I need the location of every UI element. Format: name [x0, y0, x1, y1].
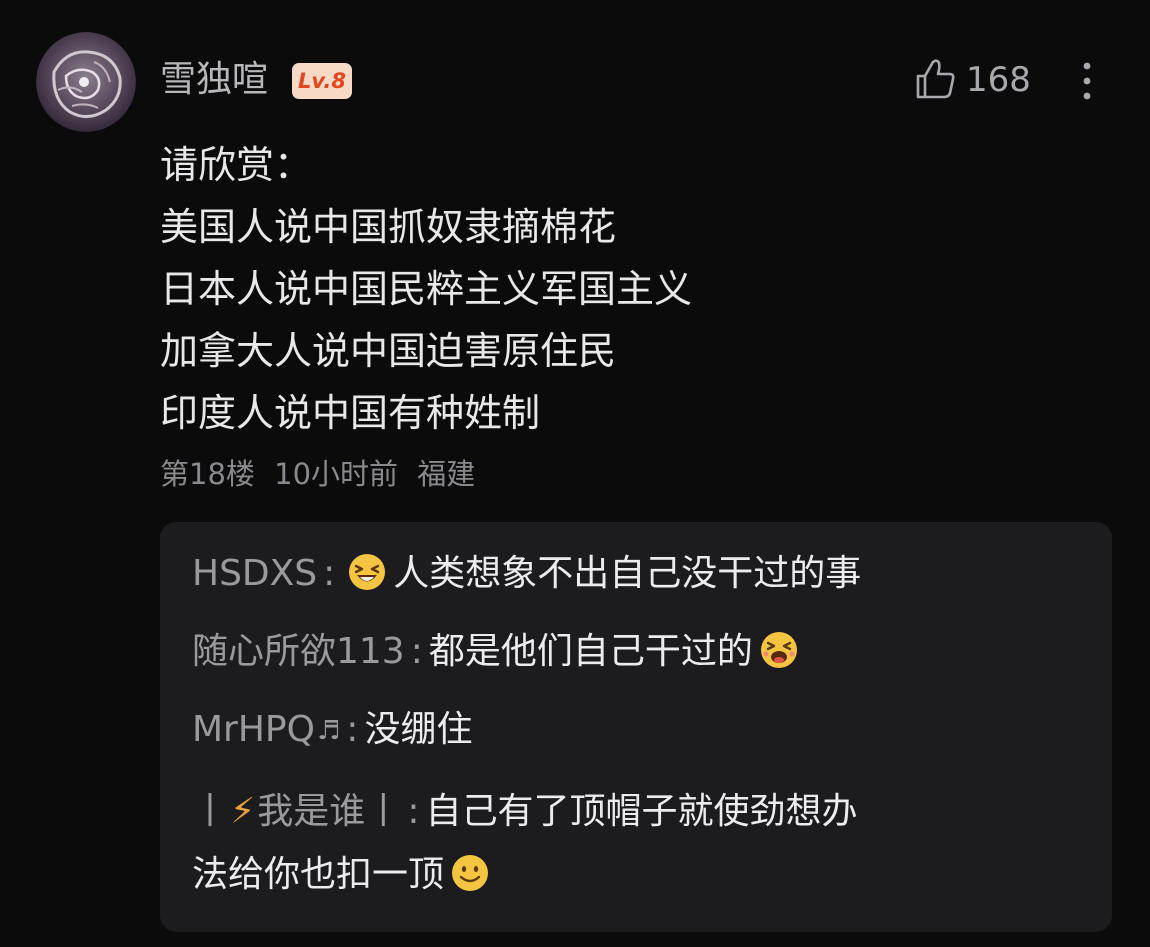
- music-note-icon: ♬: [316, 716, 341, 746]
- reply-item[interactable]: 随心所欲113: 都是他们自己干过的: [192, 624, 1082, 680]
- replies-box[interactable]: HSDXS: 人类想象不出自己没干过的事 随心所欲113:都是他们自己干过的: [160, 522, 1112, 932]
- reply-text: 人类想象不出自己没干过的事: [393, 553, 862, 594]
- floor-number: 第18楼: [160, 457, 255, 491]
- location: 福建: [417, 457, 476, 491]
- comment-line: 加拿大人说中国迫害原住民: [160, 329, 617, 373]
- username[interactable]: 雪独喧: [160, 58, 268, 102]
- author-prefix: 丨: [192, 791, 229, 832]
- smile-emoji-icon: [450, 853, 490, 893]
- reply-separator: :: [410, 631, 423, 672]
- comment-body: 请欣赏： 美国人说中国抓奴隶摘棉花 日本人说中国民粹主义军国主义 加拿大人说中国…: [160, 134, 1090, 444]
- reply-text: 都是他们自己干过的: [428, 631, 753, 672]
- comment-meta: 第18楼 10小时前 福建: [160, 452, 485, 496]
- timestamp: 10小时前: [274, 457, 399, 491]
- comment-line: 美国人说中国抓奴隶摘棉花: [160, 205, 617, 249]
- comment-line: 印度人说中国有种姓制: [160, 391, 541, 435]
- lightning-icon: ⚡: [230, 791, 256, 832]
- more-vertical-icon[interactable]: [1072, 58, 1102, 104]
- reply-separator: :: [346, 709, 359, 750]
- reply-text: 没绷住: [364, 709, 473, 750]
- avatar[interactable]: [36, 32, 136, 132]
- reply-item[interactable]: 丨⚡我是谁丨: 自己有了顶帽子就使劲想办: [192, 784, 1082, 840]
- reply-separator: :: [323, 553, 336, 594]
- reply-author[interactable]: HSDXS: [192, 553, 317, 594]
- comment-line: 日本人说中国民粹主义军国主义: [160, 267, 693, 311]
- reply-text: 法给你也扣一顶: [192, 854, 445, 895]
- reply-separator: :: [407, 791, 420, 832]
- reply-item[interactable]: MrHPQ♬: 没绷住: [192, 702, 1082, 759]
- level-badge: Lv.8: [292, 63, 352, 99]
- reply-author[interactable]: MrHPQ: [192, 709, 315, 750]
- laughing-emoji-icon: [347, 552, 387, 592]
- author-suffix: 丨: [365, 791, 402, 832]
- comment-line: 请欣赏：: [160, 143, 313, 187]
- comment-screen: 雪独喧 Lv.8 168 请欣赏： 美国人说中国抓奴隶摘棉花 日本人说中国民粹主…: [0, 0, 1150, 947]
- reply-text-continued: 法给你也扣一顶: [192, 847, 1082, 903]
- like-count: 168: [966, 60, 1031, 100]
- thumbs-up-icon: [916, 59, 955, 99]
- reply-text: 自己有了顶帽子就使劲想办: [425, 791, 858, 832]
- reply-item[interactable]: HSDXS: 人类想象不出自己没干过的事: [192, 546, 1082, 602]
- reply-author[interactable]: 随心所欲113: [192, 631, 405, 672]
- grinning-squint-emoji-icon: [759, 630, 799, 670]
- reply-author[interactable]: 我是谁: [257, 791, 365, 832]
